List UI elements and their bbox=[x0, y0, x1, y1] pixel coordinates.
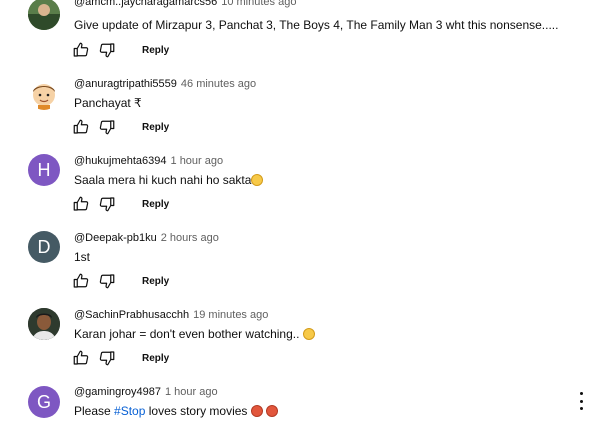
cartoon-boy-avatar[interactable] bbox=[28, 78, 60, 110]
comment-time[interactable]: 46 minutes ago bbox=[181, 78, 256, 90]
comment-time[interactable]: 2 hours ago bbox=[161, 232, 219, 244]
comment-text-content: Karan johar = don't even bother watching… bbox=[74, 327, 300, 341]
comment-meta: @hukujmehta6394 1 hour ago bbox=[74, 155, 223, 167]
more-vertical-icon[interactable] bbox=[576, 392, 586, 410]
comment-meta: @amcm..jaycharagamarcs56 10 minutes ago bbox=[74, 0, 296, 8]
comment-text: 1st bbox=[74, 250, 91, 264]
avatar-letter: H bbox=[37, 159, 51, 180]
comment-author[interactable]: @hukujmehta6394 bbox=[74, 155, 167, 167]
more-dot bbox=[579, 407, 583, 410]
comment-time[interactable]: 1 hour ago bbox=[165, 386, 218, 398]
thumbs-up-icon[interactable] bbox=[72, 349, 90, 367]
grinning-sweat-emoji bbox=[302, 328, 315, 340]
person-photo-avatar[interactable] bbox=[28, 308, 60, 340]
thumbs-up-icon[interactable] bbox=[72, 41, 90, 59]
comment-author[interactable]: @SachinPrabhusacchh bbox=[74, 309, 189, 321]
letter-avatar[interactable]: H bbox=[28, 154, 60, 186]
comment-time[interactable]: 1 hour ago bbox=[171, 155, 224, 167]
thumbs-down-icon[interactable] bbox=[98, 349, 116, 367]
comment-text-before: Please bbox=[74, 404, 115, 418]
comment-time[interactable]: 10 minutes ago bbox=[221, 0, 296, 8]
reply-button[interactable]: Reply bbox=[142, 45, 169, 56]
thumbs-down-icon[interactable] bbox=[98, 118, 116, 136]
avatar-letter: G bbox=[36, 391, 51, 412]
comment-meta: @gamingroy4987 1 hour ago bbox=[74, 386, 218, 398]
comment-author[interactable]: @amcm..jaycharagamarcs56 bbox=[74, 0, 217, 8]
comment-author[interactable]: @gamingroy4987 bbox=[74, 386, 161, 398]
thumbs-down-icon[interactable] bbox=[98, 41, 116, 59]
hashtag-link[interactable]: #Stop bbox=[114, 404, 145, 418]
letter-avatar[interactable]: G bbox=[28, 386, 60, 418]
comment-text: Panchayat ₹ bbox=[74, 96, 142, 110]
comment-actions: Reply bbox=[72, 349, 169, 367]
landscape-photo-avatar[interactable] bbox=[28, 0, 60, 30]
more-dot bbox=[579, 399, 583, 403]
comment-meta: @anuragtripathi5559 46 minutes ago bbox=[74, 78, 256, 90]
comment-actions: Reply bbox=[72, 41, 169, 59]
comment-text: Karan johar = don't even bother watching… bbox=[74, 327, 315, 341]
comment-text-after: loves story movies bbox=[145, 404, 248, 418]
comment-actions: Reply bbox=[72, 272, 169, 290]
comment-meta: @SachinPrabhusacchh 19 minutes ago bbox=[74, 309, 268, 321]
comment-text: Saala mera hi kuch nahi ho sakta bbox=[74, 173, 264, 187]
thumbs-down-icon[interactable] bbox=[98, 195, 116, 213]
angry-face-emoji bbox=[266, 405, 279, 417]
comment-author[interactable]: @Deepak-pb1ku bbox=[74, 232, 157, 244]
angry-face-emoji bbox=[250, 405, 263, 417]
more-dot bbox=[579, 392, 583, 395]
reply-button[interactable]: Reply bbox=[142, 276, 169, 287]
grinning-sweat-emoji bbox=[251, 174, 264, 186]
thumbs-up-icon[interactable] bbox=[72, 272, 90, 290]
comment-text-content: Saala mera hi kuch nahi ho sakta bbox=[74, 173, 252, 187]
letter-avatar[interactable]: D bbox=[28, 231, 60, 263]
comment-author[interactable]: @anuragtripathi5559 bbox=[74, 78, 177, 90]
thumbs-up-icon[interactable] bbox=[72, 118, 90, 136]
thumbs-down-icon[interactable] bbox=[98, 272, 116, 290]
reply-button[interactable]: Reply bbox=[142, 122, 169, 133]
comment-actions: Reply bbox=[72, 195, 169, 213]
comment-meta: @Deepak-pb1ku 2 hours ago bbox=[74, 232, 219, 244]
reply-button[interactable]: Reply bbox=[142, 353, 169, 364]
comment-text: Please #Stop loves story movies bbox=[74, 404, 279, 418]
comment-text: Give update of Mirzapur 3, Panchat 3, Th… bbox=[74, 18, 559, 32]
comment-actions: Reply bbox=[72, 118, 169, 136]
thumbs-up-icon[interactable] bbox=[72, 195, 90, 213]
comment-time[interactable]: 19 minutes ago bbox=[193, 309, 268, 321]
reply-button[interactable]: Reply bbox=[142, 199, 169, 210]
avatar-letter: D bbox=[37, 236, 51, 257]
